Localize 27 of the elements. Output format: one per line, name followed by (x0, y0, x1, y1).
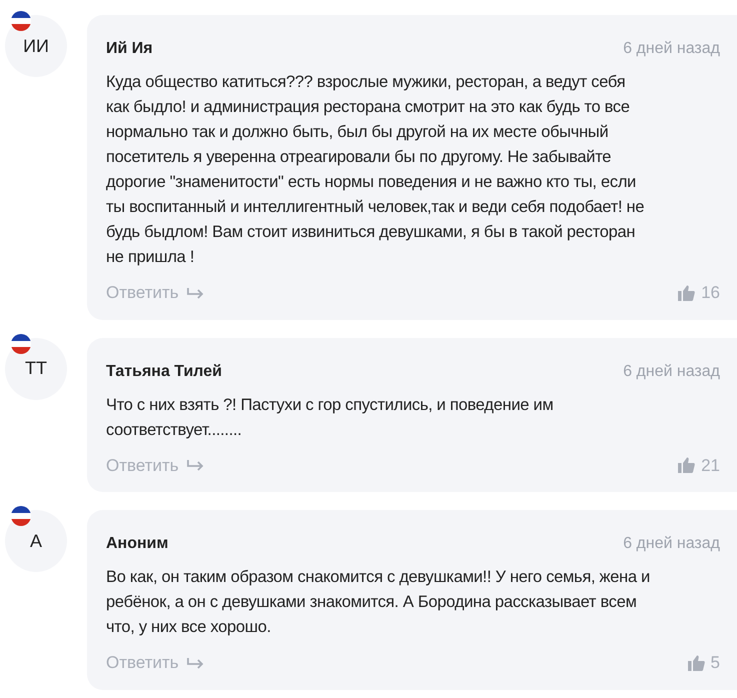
avatar: ТТ (5, 338, 67, 400)
reply-arrow-icon (186, 286, 204, 299)
flag-icon (11, 11, 31, 31)
reply-button[interactable]: Ответить (106, 650, 204, 676)
like-button[interactable]: 16 (678, 280, 720, 306)
flag-icon (11, 334, 31, 354)
comment-time: 6 дней назад (623, 534, 720, 554)
comment-text: Что с них взять ?! Пастухи с гор спустились, и поведение им соответствует........ (106, 394, 554, 440)
author-name: Аноним (106, 534, 168, 554)
reply-button[interactable]: Ответить (106, 452, 204, 478)
like-button[interactable]: 21 (678, 452, 720, 478)
comment-text: Во как, он таким образом снакомится с девушками!! У него семья, жена и ребёнок, а он с девушками знакомится. А Бородина рассказывает всем что, у них все хорошо. (106, 567, 651, 638)
reply-button[interactable]: Ответить (106, 280, 204, 306)
author-name: Ий Ия (106, 39, 153, 59)
comment-time: 6 дней назад (623, 39, 720, 59)
reply-arrow-icon (186, 656, 204, 669)
reply-arrow-icon (186, 459, 204, 472)
comment-time: 6 дней назад (623, 362, 720, 382)
comment-text: Куда общество катиться??? взрослые мужики, ресторан, а ведут себя как быдло! и администрация ресторана смотрит на это как будь то все нормально так и должно быть, был бы другой на их месте обычный посетитель я уверенна отреагировали бы по другому. Не забывайте дорогие "знаменитости" есть нормы поведения и не важно кто ты, если ты воспитанный и интеллигентный человек,так и веди себя подобает! не будь быдлом! Вам стоит извиниться девушками, я бы в такой ресторан не пришла ! (106, 72, 646, 268)
like-button[interactable]: 5 (688, 650, 720, 676)
thumbs-up-icon (678, 457, 696, 474)
avatar: ИИ (5, 15, 67, 77)
author-name: Татьяна Тилей (106, 362, 222, 382)
avatar: А (5, 510, 67, 572)
thumbs-up-icon (678, 284, 696, 301)
flag-icon (11, 506, 31, 526)
thumbs-up-icon (688, 654, 705, 671)
